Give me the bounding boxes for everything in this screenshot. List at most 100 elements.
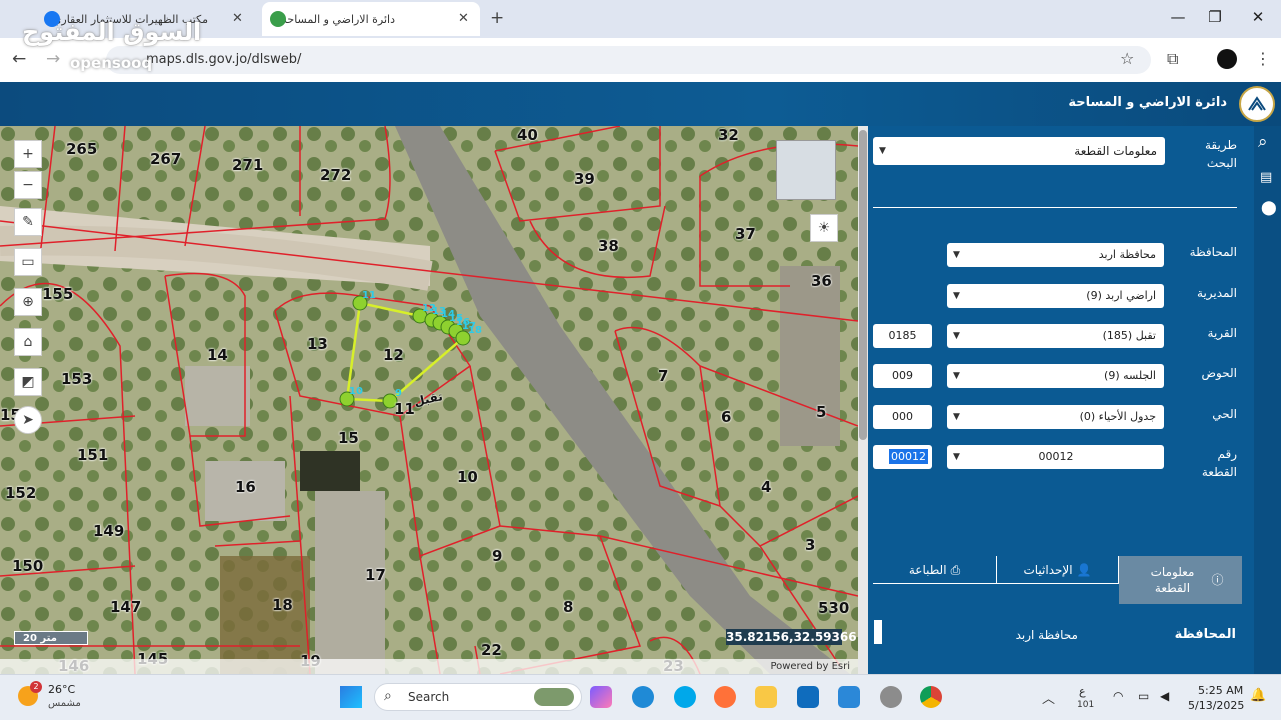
start-button[interactable] — [340, 686, 362, 708]
neighborhood-code-input[interactable]: 000 — [873, 405, 932, 429]
plot-label: 40 — [517, 126, 538, 144]
village-select[interactable]: تقبل (185) ▼ — [947, 324, 1164, 348]
locate-icon[interactable]: ⊕ — [14, 288, 42, 316]
search-highlight-icon — [534, 688, 574, 706]
compass-icon[interactable]: ➤ — [14, 406, 42, 434]
tab-parcel-info[interactable]: ⓘ معلومات القطعة — [1119, 556, 1242, 604]
plot-label: 5 — [816, 403, 827, 421]
input-language[interactable]: ع — [1079, 685, 1086, 698]
plot-label: 7 — [658, 367, 669, 385]
map-view[interactable]: 11 10 9 12 13 14 15 16 17 18 265 267 271… — [0, 126, 858, 674]
home-icon[interactable]: ⌂ — [14, 328, 42, 356]
tab-2-title: دائرة الاراضي و المساحة — [281, 12, 396, 26]
settings-gear-icon[interactable] — [880, 686, 902, 708]
bookmark-star-icon[interactable]: ☆ — [1120, 49, 1134, 68]
clock-time[interactable]: 5:25 AM — [1198, 684, 1243, 697]
tab-coordinates[interactable]: 👤 الإحداثيات — [996, 556, 1119, 584]
parcel-code-input[interactable]: 00012 — [873, 445, 932, 469]
maximize-icon[interactable]: ❐ — [1200, 8, 1230, 26]
plot-label: 32 — [718, 126, 739, 144]
battery-icon[interactable]: ▭ — [1138, 689, 1149, 703]
edge-icon[interactable] — [632, 686, 654, 708]
draw-pencil-icon[interactable]: ✎ — [14, 208, 42, 236]
field-label: رقم القطعة — [1201, 447, 1237, 479]
close-tab-2-icon[interactable]: ✕ — [458, 11, 469, 26]
chevron-down-icon: ▼ — [879, 146, 886, 156]
profile-avatar[interactable] — [1217, 49, 1237, 69]
plot-label: 15 — [338, 429, 359, 447]
zoom-out-button[interactable]: − — [14, 171, 42, 199]
parcel-value: 00012 — [1038, 450, 1074, 463]
plot-label: 151 — [77, 446, 109, 464]
taskbar-search-icon: ⌕ — [384, 688, 392, 704]
clock-date[interactable]: 5/13/2025 — [1188, 699, 1244, 712]
input-language-sub: 101 — [1077, 700, 1095, 710]
parcel-select[interactable]: 00012 ▼ — [947, 445, 1164, 469]
search-method-select[interactable]: معلومات القطعة ▼ — [873, 137, 1165, 165]
governorate-value: محافظة اربد — [1098, 248, 1156, 261]
store-icon[interactable] — [838, 686, 860, 708]
plot-label: 150 — [12, 557, 44, 575]
weather-desc: مشمس — [48, 698, 81, 709]
minimize-icon[interactable]: — — [1163, 8, 1193, 26]
directorate-select[interactable]: اراضي اربد (9) ▼ — [947, 284, 1164, 308]
close-window-icon[interactable]: ✕ — [1243, 8, 1273, 26]
parcel-code-selected-text: 00012 — [889, 449, 928, 464]
new-tab-icon[interactable]: + — [490, 8, 504, 28]
measure-icon[interactable]: ▭ — [14, 248, 42, 276]
chevron-down-icon: ▼ — [953, 371, 960, 381]
skype-icon[interactable] — [674, 686, 696, 708]
basemap-brightness-icon[interactable]: ☀ — [810, 214, 838, 242]
governorate-select[interactable]: محافظة اربد ▼ — [947, 243, 1164, 267]
plot-label: 11 — [394, 400, 415, 418]
outlook-icon[interactable] — [797, 686, 819, 708]
volume-icon[interactable]: ◀ — [1160, 689, 1169, 703]
village-code-input[interactable]: 0185 — [873, 324, 932, 348]
plot-label: 14 — [207, 346, 228, 364]
directorate-value: اراضي اربد (9) — [1086, 289, 1156, 302]
chrome-icon[interactable] — [920, 686, 942, 708]
location-pin-icon[interactable]: ⬤ — [1261, 200, 1277, 216]
info-icon: ⓘ — [1211, 573, 1224, 587]
plot-label: 39 — [574, 170, 595, 188]
scale-bar: 20 متر — [14, 631, 88, 645]
vertex-label: 18 — [468, 325, 482, 336]
close-tab-1-icon[interactable]: ✕ — [232, 11, 243, 26]
layers-icon[interactable]: ◩ — [14, 368, 42, 396]
tab-print[interactable]: ⎙ الطباعة — [873, 556, 996, 584]
chevron-down-icon: ▼ — [953, 291, 960, 301]
plot-label: 271 — [232, 156, 264, 174]
person-pin-icon: 👤 — [1076, 562, 1092, 577]
plot-label: 4 — [761, 478, 772, 496]
plot-label: 272 — [320, 166, 352, 184]
tray-chevron-icon[interactable]: ︿ — [1042, 688, 1055, 707]
notification-bell-icon[interactable]: 🔔 — [1250, 688, 1266, 703]
back-icon[interactable]: ← — [12, 49, 26, 69]
browser-tab-2[interactable]: دائرة الاراضي و المساحة ✕ — [262, 2, 480, 36]
wifi-icon[interactable]: ◠ — [1113, 689, 1123, 703]
plot-label: 13 — [307, 335, 328, 353]
plot-label: 155 — [42, 285, 74, 303]
forward-icon[interactable]: → — [46, 49, 60, 69]
search-icon[interactable]: ⌕ — [1258, 132, 1268, 152]
basin-code-input[interactable]: 009 — [873, 364, 932, 388]
menu-dots-icon[interactable]: ⋮ — [1255, 49, 1271, 68]
layers-list-icon[interactable]: ▤ — [1260, 170, 1272, 185]
field-label: القرية — [1207, 326, 1237, 340]
zoom-in-button[interactable]: + — [14, 140, 42, 168]
overview-map[interactable] — [776, 140, 836, 200]
file-explorer-icon[interactable] — [755, 686, 777, 708]
scale-text: 20 متر — [23, 633, 57, 644]
field-label: الحي — [1212, 407, 1237, 421]
firefox-icon[interactable] — [714, 686, 736, 708]
search-method-value: معلومات القطعة — [1074, 144, 1157, 158]
panel-divider — [873, 207, 1237, 208]
copilot-icon[interactable] — [590, 686, 612, 708]
tab-coordinates-label: الإحداثيات — [1023, 562, 1073, 577]
field-label: الحوض — [1201, 366, 1237, 380]
basin-select[interactable]: الجلسه (9) ▼ — [947, 364, 1164, 388]
extensions-icon[interactable]: ⧉ — [1167, 49, 1178, 69]
map-scrollbar-thumb[interactable] — [859, 130, 867, 440]
printer-icon: ⎙ — [950, 562, 961, 577]
neighborhood-select[interactable]: جدول الأحياء (0) ▼ — [947, 405, 1164, 429]
